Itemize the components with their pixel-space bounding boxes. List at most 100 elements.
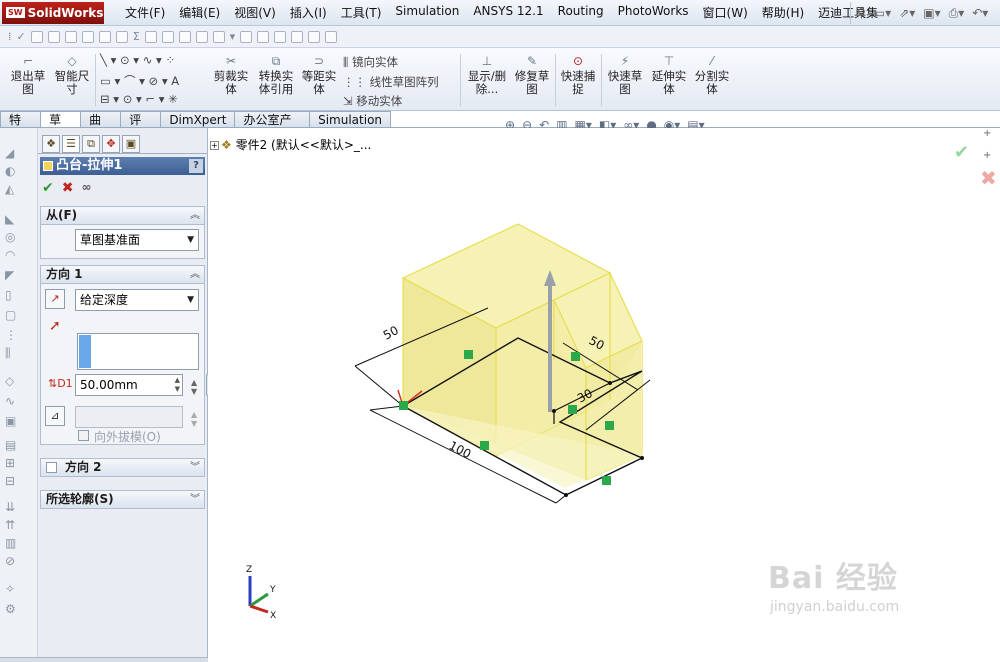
rapid-sketch-button[interactable]: ⚡ 快速草图: [604, 54, 646, 96]
undo-icon[interactable]: ↶▾: [972, 6, 988, 20]
tool-icon-7[interactable]: [144, 30, 157, 43]
menu-insert[interactable]: 插入(I): [283, 4, 334, 21]
property-manager-tab-icon[interactable]: ☰: [62, 135, 80, 153]
pattern-icon[interactable]: ⋮: [5, 328, 21, 342]
cancel-icon[interactable]: ✖: [62, 180, 74, 196]
tool-icon-10[interactable]: [195, 30, 208, 43]
menu-tools[interactable]: 工具(T): [334, 4, 389, 21]
repair-sketch-button[interactable]: ✎ 修复草图: [512, 54, 552, 96]
sketch-point[interactable]: [552, 409, 556, 413]
tool-icon-12[interactable]: [240, 30, 253, 43]
direction2-checkbox[interactable]: [46, 462, 57, 473]
print-icon[interactable]: ⎙▾: [949, 6, 965, 21]
curves-icon[interactable]: ∿: [5, 394, 21, 408]
rib-icon[interactable]: ▯: [5, 288, 21, 302]
instant3d-icon[interactable]: ▣: [5, 414, 21, 428]
spin-arrows-icon[interactable]: ▲ ▼: [175, 376, 180, 394]
tab-office-products[interactable]: 办公室产品: [234, 111, 311, 143]
depth-input[interactable]: 50.00mm ▲ ▼: [75, 374, 183, 396]
tab-dimxpert[interactable]: DimXpert: [160, 111, 236, 128]
app-logo[interactable]: SW SolidWorks: [2, 1, 104, 24]
detailed-preview-icon[interactable]: ∞: [81, 180, 91, 196]
spin-icon[interactable]: ▲ ▼: [191, 378, 197, 396]
slot-tool[interactable]: ⊟ ▾ ⊙ ▾ ⌐ ▾ ✳: [100, 92, 178, 106]
direction-selection-box[interactable]: [77, 333, 199, 370]
smart-dimension-button[interactable]: ◇ 智能尺寸: [52, 54, 92, 96]
ok-icon[interactable]: ✔: [42, 180, 54, 196]
relation-badge-icon[interactable]: [571, 352, 580, 361]
tab-evaluate[interactable]: 评估: [120, 111, 162, 143]
tool-icon-5[interactable]: [98, 30, 111, 43]
rectangle-tool[interactable]: ▭ ▾ ⌒ ▾ ⊘ ▾ A: [100, 73, 179, 89]
mirror-icon[interactable]: ⫼: [5, 346, 21, 360]
tab-surfaces[interactable]: 曲面: [80, 111, 122, 143]
display-manager-tab-icon[interactable]: ▣: [122, 135, 140, 153]
direction1-group-header[interactable]: 方向 1 ︽: [40, 265, 205, 284]
extend-entities-button[interactable]: ⊤ 延伸实体: [649, 54, 689, 96]
linear-pattern-button[interactable]: ⋮⋮ 线性草图阵列: [343, 74, 439, 90]
exit-sketch-button[interactable]: ⌐ 退出草图: [8, 54, 48, 96]
display-delete-relations-button[interactable]: ⊥ 显示/删除...: [467, 54, 507, 96]
mass-properties-icon[interactable]: ⊟: [5, 474, 21, 488]
move-entities-button[interactable]: ⇲ 移动实体: [343, 93, 402, 109]
cut-extrude-icon[interactable]: ◣: [5, 212, 21, 226]
tab-simulation[interactable]: Simulation: [309, 111, 392, 128]
menu-routing[interactable]: Routing: [551, 4, 611, 21]
open-document-icon[interactable]: ⇗▾: [899, 6, 915, 20]
tool-icon-16[interactable]: [308, 30, 321, 43]
save-icon[interactable]: ▣▾: [923, 6, 940, 20]
sweep-icon[interactable]: ◭: [5, 182, 21, 196]
check-icon[interactable]: ✓: [17, 30, 26, 43]
from-condition-select[interactable]: 草图基准面 ▼: [75, 229, 199, 251]
menu-photoworks[interactable]: PhotoWorks: [611, 4, 696, 21]
offset-entities-button[interactable]: ⊃ 等距实体: [300, 54, 338, 96]
feature-manager-tab-icon[interactable]: ❖: [42, 135, 60, 153]
dropdown-arrow-icon[interactable]: ▾: [230, 30, 236, 43]
split-entities-button[interactable]: ⁄ 分割实体: [692, 54, 732, 96]
tool-icon-9[interactable]: [178, 30, 191, 43]
revolve-icon[interactable]: ◐: [5, 164, 21, 178]
relations-icon[interactable]: ⇈: [5, 518, 21, 532]
tool-icon-11[interactable]: [212, 30, 225, 43]
tool-icon-15[interactable]: [291, 30, 304, 43]
graphics-area[interactable]: + ❖ 零件2 (默认<<默认>_... + + ✔ ✖ 50 50 30 10…: [208, 128, 1000, 662]
reverse-direction-icon[interactable]: ↗: [45, 289, 65, 309]
relation-badge-icon[interactable]: [605, 421, 614, 430]
chamfer-icon[interactable]: ◤: [5, 268, 21, 282]
hole-icon[interactable]: ◎: [5, 230, 21, 244]
relation-badge-icon[interactable]: [568, 405, 577, 414]
convert-entities-button[interactable]: ⧉ 转换实体引用: [254, 54, 298, 96]
tool-icon-8[interactable]: [161, 30, 174, 43]
mirror-entities-button[interactable]: ⫼ 镜向实体: [343, 54, 398, 70]
relation-badge-icon[interactable]: [480, 441, 489, 450]
fillet-icon[interactable]: ◠: [5, 248, 21, 262]
tool-icon-13[interactable]: [257, 30, 270, 43]
tool-icon-14[interactable]: [274, 30, 287, 43]
sketch-point[interactable]: [640, 456, 644, 460]
end-condition-select[interactable]: 给定深度 ▼: [75, 289, 199, 311]
settings-icon[interactable]: ⚙: [5, 602, 21, 616]
tool-icon-17[interactable]: [325, 30, 338, 43]
view-icon[interactable]: ▤: [5, 438, 21, 452]
quick-snaps-button[interactable]: ⊙ 快速捕捉: [558, 54, 598, 96]
relation-badge-icon[interactable]: [602, 476, 611, 485]
tool-icon-3[interactable]: [64, 30, 77, 43]
menu-view[interactable]: 视图(V): [227, 4, 283, 21]
reference-geometry-icon[interactable]: ◇: [5, 374, 21, 388]
from-group-header[interactable]: 从(F) ︽: [40, 206, 205, 225]
menu-edit[interactable]: 编辑(E): [172, 4, 227, 21]
measure-icon[interactable]: ⊞: [5, 456, 21, 470]
menu-help[interactable]: 帮助(H): [755, 4, 811, 21]
dimension-left[interactable]: 50: [381, 323, 401, 343]
extrude-boss-icon[interactable]: ◢: [5, 146, 21, 160]
relation-badge-icon[interactable]: [464, 350, 473, 359]
dim-icon[interactable]: ⇊: [5, 500, 21, 514]
reference-triad[interactable]: Z Y X: [246, 565, 276, 621]
hide-icon[interactable]: ⊘: [5, 554, 21, 568]
tab-features[interactable]: 特征: [0, 111, 42, 143]
shell-icon[interactable]: ▢: [5, 308, 21, 322]
section-icon[interactable]: ▥: [5, 536, 21, 550]
origin-badge-icon[interactable]: [399, 401, 408, 410]
draft-toggle-icon[interactable]: ⊿: [45, 406, 65, 426]
line-tool[interactable]: ╲ ▾ ⊙ ▾ ∿ ▾ ⁘: [100, 53, 175, 67]
